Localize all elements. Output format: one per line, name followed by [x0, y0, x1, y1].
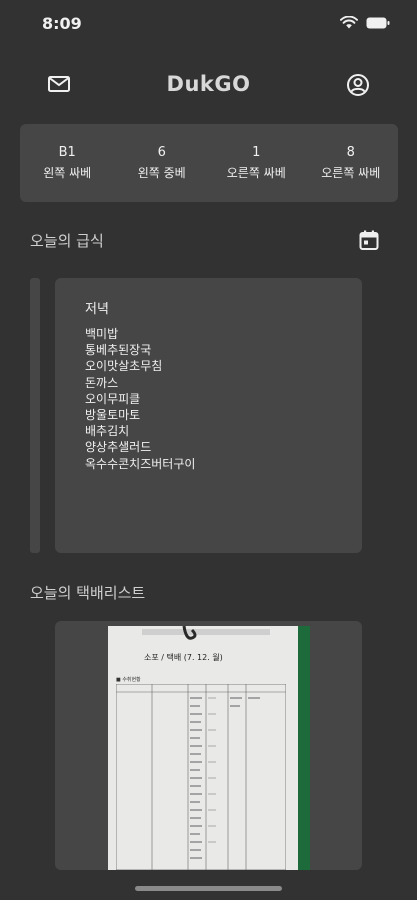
meal-item: 백미밥 — [85, 327, 119, 341]
photo-doc-subtitle: ■ 수취현황 — [116, 677, 141, 683]
delivery-section-title: 오늘의 택배리스트 — [30, 584, 146, 602]
counter-value: 1 — [252, 145, 261, 160]
meal-item: 통베추된장국 — [85, 343, 152, 358]
meal-list: 백미밥 통베추된장국 오이맛살초무침 돈까스 오이무피클 방울토마토 배추김치 … — [85, 326, 362, 472]
delivery-list-photo[interactable]: 소포 / 택배 (7. 12. 월) ■ 수취현황 — [108, 626, 310, 870]
meal-item: 양상추샐러드 — [85, 440, 152, 455]
clipboard-clip-icon — [142, 626, 270, 640]
wifi-icon — [340, 16, 358, 29]
home-indicator[interactable] — [135, 886, 282, 891]
meal-item: 오이맛살초무침 — [85, 359, 163, 374]
counter-label: 오른쪽 싸베 — [321, 166, 381, 180]
meal-type: 저녁 — [85, 302, 109, 317]
meal-item: 옥수수콘치즈버터구이 — [85, 456, 196, 471]
app-header: DukGO — [0, 62, 417, 108]
photo-green-edge — [298, 626, 310, 870]
status-time: 8:09 — [42, 14, 82, 33]
meal-card[interactable]: 저녁 백미밥 통베추된장국 오이맛살초무침 돈까스 오이무피클 방울토마토 배추… — [55, 278, 362, 553]
counter-item: 1 오른쪽 싸베 — [211, 144, 301, 182]
meal-section-title: 오늘의 급식 — [30, 232, 104, 250]
photo-doc-table — [116, 684, 286, 870]
counter-value: B1 — [58, 145, 76, 160]
counter-item: 6 왼쪽 중베 — [117, 144, 207, 182]
photo-doc-title: 소포 / 택배 (7. 12. 월) — [144, 653, 223, 662]
counter-value: 8 — [346, 145, 355, 160]
delivery-card[interactable]: 소포 / 택배 (7. 12. 월) ■ 수취현황 — [55, 621, 362, 870]
meal-item: 배추김치 — [85, 424, 130, 439]
counter-item: B1 왼쪽 싸베 — [22, 144, 112, 182]
counter-label: 오른쪽 싸베 — [226, 166, 286, 180]
counter-label: 왼쪽 싸베 — [43, 166, 92, 180]
counter-label: 왼쪽 중베 — [137, 166, 186, 180]
counter-item: 8 오른쪽 싸베 — [306, 144, 396, 182]
battery-icon — [366, 17, 390, 29]
counter-value: 6 — [157, 145, 166, 160]
meal-item: 오이무피클 — [85, 391, 141, 406]
meal-item: 방울토마토 — [85, 408, 141, 423]
calendar-icon[interactable] — [358, 229, 380, 251]
profile-icon[interactable] — [346, 73, 370, 97]
meal-item: 돈까스 — [85, 375, 119, 390]
washer-counter-panel: B1 왼쪽 싸베 6 왼쪽 중베 1 오른쪽 싸베 8 오른쪽 싸베 — [20, 124, 398, 202]
previous-card-edge[interactable] — [30, 278, 40, 553]
status-bar: 8:09 — [0, 0, 417, 44]
